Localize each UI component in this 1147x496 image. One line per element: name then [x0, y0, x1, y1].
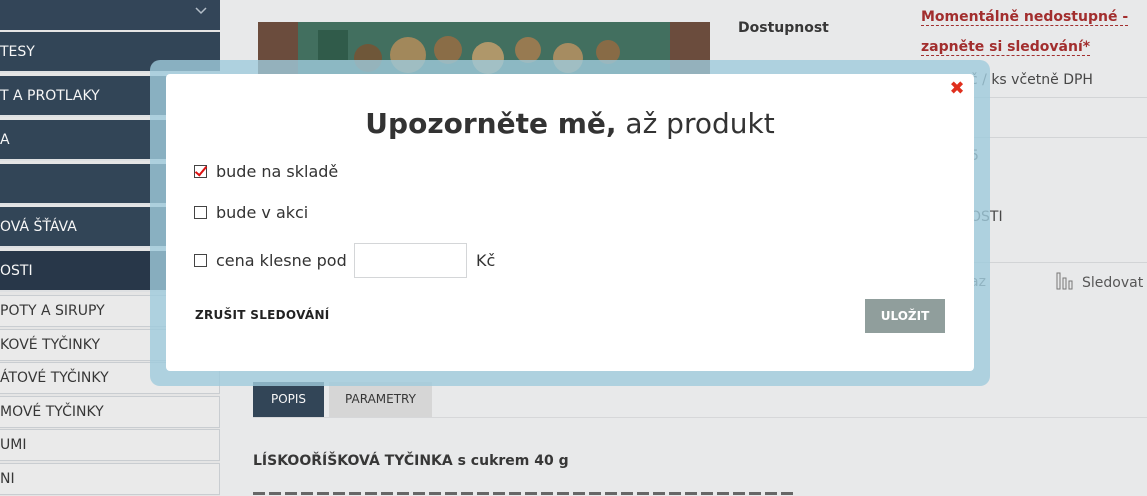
price-threshold-input[interactable]: [354, 243, 467, 278]
modal-title: Upozorněte mě, až produkt: [166, 107, 974, 140]
modal-title-light: až produkt: [616, 107, 775, 140]
modal-title-bold: Upozorněte mě,: [365, 107, 617, 140]
notify-modal: ✖ Upozorněte mě, až produkt bude na skla…: [166, 74, 974, 371]
option-label: bude na skladě: [216, 162, 339, 181]
option-label: cena klesne pod: [216, 251, 347, 270]
option-in-stock[interactable]: bude na skladě: [194, 162, 338, 181]
currency-label: Kč: [476, 251, 496, 270]
in-stock-checkbox[interactable]: [194, 165, 207, 178]
option-price-drop[interactable]: cena klesne pod: [194, 251, 347, 270]
price-drop-checkbox[interactable]: [194, 254, 207, 267]
option-label: bude v akci: [216, 203, 309, 222]
on-sale-checkbox[interactable]: [194, 206, 207, 219]
option-on-sale[interactable]: bude v akci: [194, 203, 308, 222]
close-icon[interactable]: ✖: [949, 80, 965, 98]
save-button[interactable]: ULOŽIT: [865, 299, 945, 333]
cancel-watch-button[interactable]: ZRUŠIT SLEDOVÁNÍ: [195, 308, 330, 322]
